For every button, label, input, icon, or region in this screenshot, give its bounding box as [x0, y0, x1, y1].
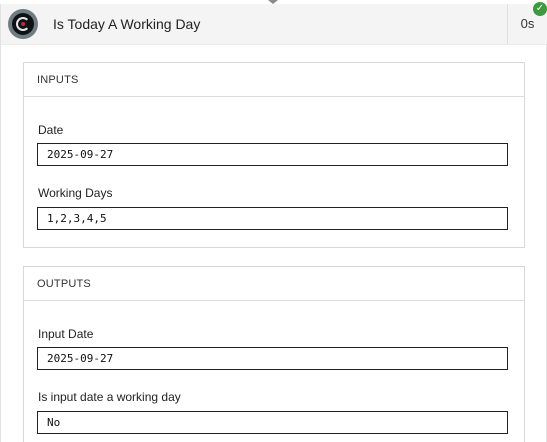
date-label: Date	[38, 123, 64, 137]
outputs-section: OUTPUTS Input Date 2025-09-27 Is input d…	[23, 266, 525, 442]
inputs-section-title[interactable]: INPUTS	[24, 63, 524, 97]
date-value: 2025-09-27	[37, 143, 508, 166]
action-title: Is Today A Working Day	[53, 16, 201, 32]
is-working-day-value: No	[37, 411, 508, 434]
input-date-label: Input Date	[38, 327, 94, 341]
is-working-day-label: Is input date a working day	[38, 390, 181, 404]
connector-logo-icon	[8, 9, 38, 39]
success-check-icon: ✓	[533, 2, 547, 16]
action-card: Is Today A Working Day 0s ✓ INPUTS Date …	[0, 2, 547, 442]
action-header[interactable]: Is Today A Working Day 0s	[1, 4, 547, 45]
inputs-section: INPUTS Date 2025-09-27 Working Days 1,2,…	[23, 62, 525, 248]
outputs-section-title[interactable]: OUTPUTS	[24, 267, 524, 301]
input-date-value: 2025-09-27	[37, 347, 508, 370]
working-days-label: Working Days	[38, 186, 113, 200]
working-days-value: 1,2,3,4,5	[37, 207, 508, 230]
run-details-panel: Is Today A Working Day 0s ✓ INPUTS Date …	[0, 0, 547, 442]
